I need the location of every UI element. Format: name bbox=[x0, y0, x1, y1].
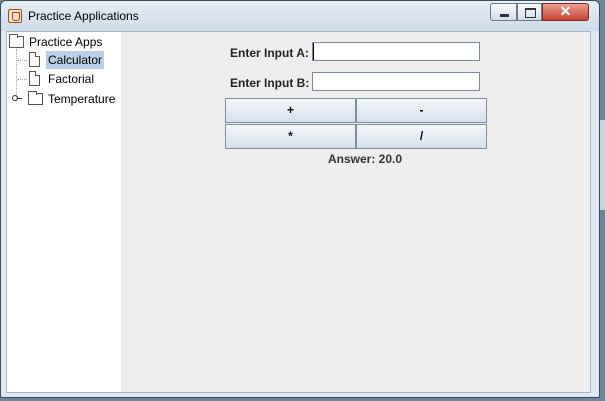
app-tree: Practice Apps Calculator Factorial Tempe… bbox=[7, 32, 121, 392]
java-app-icon bbox=[8, 9, 22, 23]
input-b-field[interactable] bbox=[312, 72, 480, 91]
input-b-label: Enter Input B: bbox=[230, 76, 310, 90]
tree-connector bbox=[17, 60, 27, 61]
folder-open-icon bbox=[9, 34, 24, 48]
input-a-field[interactable] bbox=[312, 42, 480, 61]
divide-button[interactable]: / bbox=[356, 124, 487, 149]
input-a-label: Enter Input A: bbox=[230, 46, 309, 60]
tree-guide-line bbox=[16, 49, 17, 101]
multiply-button[interactable]: * bbox=[225, 124, 356, 149]
close-button[interactable]: ✕ bbox=[542, 3, 589, 21]
subtract-button[interactable]: - bbox=[356, 98, 487, 123]
tree-root-label: Practice Apps bbox=[29, 35, 103, 49]
title-bar[interactable]: Practice Applications ✕ bbox=[1, 1, 599, 31]
tree-item-label: Temperature bbox=[48, 92, 116, 106]
file-icon bbox=[29, 52, 40, 67]
tree-item-label: Calculator bbox=[46, 51, 105, 69]
folder-closed-icon bbox=[28, 91, 43, 105]
calculator-panel: Enter Input A: Enter Input B: + - * / An… bbox=[121, 32, 590, 392]
minimize-button[interactable] bbox=[490, 3, 517, 21]
tree-connector bbox=[17, 79, 27, 80]
file-icon bbox=[29, 71, 40, 86]
expand-handle-icon[interactable] bbox=[12, 95, 22, 101]
window-title: Practice Applications bbox=[28, 9, 139, 23]
answer-label: Answer: 20.0 bbox=[328, 152, 403, 166]
app-window: Practice Applications ✕ Practice Apps Ca… bbox=[0, 0, 600, 398]
tree-item-label: Factorial bbox=[48, 72, 95, 86]
add-button[interactable]: + bbox=[225, 98, 356, 123]
client-area: Practice Apps Calculator Factorial Tempe… bbox=[6, 31, 591, 393]
maximize-button[interactable] bbox=[517, 3, 542, 21]
close-icon: ✕ bbox=[559, 3, 572, 19]
